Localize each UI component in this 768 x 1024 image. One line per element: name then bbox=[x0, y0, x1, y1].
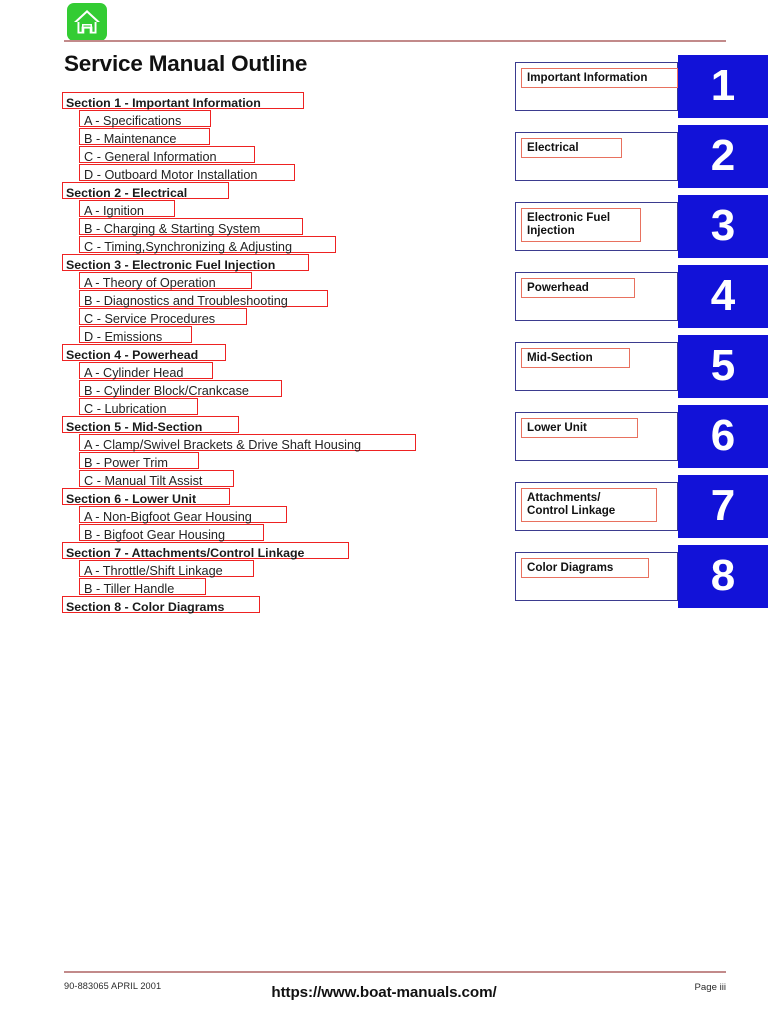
section-tab-number-box[interactable]: 6 bbox=[678, 405, 768, 468]
section-tab-number: 4 bbox=[710, 270, 736, 320]
outline-row-label: C - General Information bbox=[84, 150, 217, 164]
outline-row-label: C - Timing,Synchronizing & Adjusting bbox=[84, 240, 293, 254]
page-title: Service Manual Outline bbox=[64, 51, 308, 76]
outline-section-row: Section 1 - Important Information bbox=[0, 92, 470, 112]
section-tab-number-box[interactable]: 7 bbox=[678, 475, 768, 538]
outline-row-label: C - Lubrication bbox=[84, 402, 167, 416]
section-tab-label-box[interactable]: Lower Unit bbox=[515, 412, 678, 461]
section-tab[interactable]: Electronic Fuel Injection 3 bbox=[515, 195, 768, 258]
header-divider bbox=[64, 40, 726, 42]
section-tab-number: 2 bbox=[710, 130, 736, 180]
outline-row-label: A - Throttle/Shift Linkage bbox=[84, 564, 223, 578]
section-tab[interactable]: Lower Unit 6 bbox=[515, 405, 768, 468]
outline-row-label: D - Emissions bbox=[84, 330, 163, 344]
section-tab-label: Mid-Section bbox=[527, 351, 593, 364]
section-tab-link-box[interactable]: Electrical bbox=[521, 138, 622, 159]
home-icon-glyph bbox=[74, 10, 100, 34]
outline-row-label: B - Charging & Starting System bbox=[84, 222, 261, 236]
outline-row-label: Section 2 - Electrical bbox=[66, 186, 188, 200]
outline-row-label: B - Tiller Handle bbox=[84, 582, 175, 596]
section-tab-link-box[interactable]: Mid-Section bbox=[521, 348, 630, 369]
section-tab-label-box[interactable]: Mid-Section bbox=[515, 342, 678, 391]
outline-item-row: C - Service Procedures bbox=[0, 308, 470, 328]
outline-row-label: Section 8 - Color Diagrams bbox=[66, 600, 225, 614]
section-tab[interactable]: Important Information 1 bbox=[515, 55, 768, 118]
section-tab-number: 5 bbox=[710, 340, 736, 390]
section-tab[interactable]: Powerhead 4 bbox=[515, 265, 768, 328]
section-tab-label-box[interactable]: Electrical bbox=[515, 132, 678, 181]
section-tab-label: Electronic Fuel Injection bbox=[527, 211, 611, 238]
outline-row-label: B - Cylinder Block/Crankcase bbox=[84, 384, 249, 398]
outline-row-label: B - Bigfoot Gear Housing bbox=[84, 528, 226, 542]
home-icon[interactable] bbox=[67, 3, 107, 41]
section-tab[interactable]: Electrical 2 bbox=[515, 125, 768, 188]
outline-item-row: A - Clamp/Swivel Brackets & Drive Shaft … bbox=[0, 434, 470, 454]
section-tab-label-box[interactable]: Powerhead bbox=[515, 272, 678, 321]
outline-row-label: Section 6 - Lower Unit bbox=[66, 492, 197, 506]
outline-row-label: D - Outboard Motor Installation bbox=[84, 168, 258, 182]
section-tab-number: 7 bbox=[710, 480, 736, 530]
section-tab-number: 1 bbox=[710, 60, 736, 110]
outline-item-row: B - Power Trim bbox=[0, 452, 470, 472]
section-tab-link-box[interactable]: Attachments/ Control Linkage bbox=[521, 488, 657, 522]
outline-row-label: B - Diagnostics and Troubleshooting bbox=[84, 294, 288, 308]
section-tab-label: Lower Unit bbox=[527, 421, 587, 434]
footer-url: https://www.boat-manuals.com/ bbox=[271, 984, 497, 1001]
section-tab-number: 6 bbox=[710, 410, 736, 460]
outline-row-label: C - Manual Tilt Assist bbox=[84, 474, 203, 488]
outline-section-row: Section 4 - Powerhead bbox=[0, 344, 470, 364]
outline-row-label: Section 5 - Mid-Section bbox=[66, 420, 203, 434]
section-tab-label-box[interactable]: Electronic Fuel Injection bbox=[515, 202, 678, 251]
outline-row-label: A - Clamp/Swivel Brackets & Drive Shaft … bbox=[84, 438, 362, 452]
outline-row-label: Section 4 - Powerhead bbox=[66, 348, 199, 362]
outline-section-row: Section 8 - Color Diagrams bbox=[0, 596, 470, 616]
section-tab-label: Color Diagrams bbox=[527, 561, 614, 574]
section-tab[interactable]: Attachments/ Control Linkage 7 bbox=[515, 475, 768, 538]
outline-row-label: Section 3 - Electronic Fuel Injection bbox=[66, 258, 276, 272]
outline-row-label: A - Cylinder Head bbox=[84, 366, 184, 380]
outline-item-row: A - Throttle/Shift Linkage bbox=[0, 560, 470, 580]
section-tab[interactable]: Color Diagrams 8 bbox=[515, 545, 768, 608]
section-tab-number-box[interactable]: 2 bbox=[678, 125, 768, 188]
section-tab-link-box[interactable]: Electronic Fuel Injection bbox=[521, 208, 641, 242]
outline-row-label: A - Theory of Operation bbox=[84, 276, 216, 290]
outline-row-label: A - Non-Bigfoot Gear Housing bbox=[84, 510, 252, 524]
section-tab-number-box[interactable]: 3 bbox=[678, 195, 768, 258]
outline-row-label: C - Service Procedures bbox=[84, 312, 216, 326]
outline-row-label: A - Ignition bbox=[84, 204, 144, 218]
section-tab-number-box[interactable]: 1 bbox=[678, 55, 768, 118]
section-tab[interactable]: Mid-Section 5 bbox=[515, 335, 768, 398]
section-tab-label: Important Information bbox=[527, 71, 648, 84]
section-tab-number: 8 bbox=[710, 550, 736, 600]
outline-row-label: A - Specifications bbox=[84, 114, 182, 128]
outline-row-label: Section 7 - Attachments/Control Linkage bbox=[66, 546, 305, 560]
outline-item-row: B - Cylinder Block/Crankcase bbox=[0, 380, 470, 400]
section-tab-number-box[interactable]: 4 bbox=[678, 265, 768, 328]
section-tab-link-box[interactable]: Important Information bbox=[521, 68, 678, 89]
section-tab-number: 3 bbox=[710, 200, 736, 250]
section-tab-link-box[interactable]: Lower Unit bbox=[521, 418, 638, 439]
section-tab-label: Powerhead bbox=[527, 281, 589, 294]
section-tab-label-box[interactable]: Attachments/ Control Linkage bbox=[515, 482, 678, 531]
section-tab-label: Electrical bbox=[527, 141, 579, 154]
outline-row-label: B - Power Trim bbox=[84, 456, 168, 470]
outline-list: Section 1 - Important Information A - Spe… bbox=[0, 92, 470, 616]
footer-divider bbox=[64, 971, 726, 973]
outline-item-row: A - Specifications bbox=[0, 110, 470, 130]
page-canvas: Service Manual Outline Section 1 - Impor… bbox=[0, 0, 768, 1024]
outline-row-label: B - Maintenance bbox=[84, 132, 177, 146]
section-tab-label-box[interactable]: Important Information bbox=[515, 62, 678, 111]
outline-section-row: Section 2 - Electrical bbox=[0, 182, 470, 202]
footer-page-number: Page iii bbox=[694, 982, 726, 993]
section-tab-link-box[interactable]: Color Diagrams bbox=[521, 558, 649, 579]
outline-row-label: Section 1 - Important Information bbox=[66, 96, 261, 110]
section-tab-link-box[interactable]: Powerhead bbox=[521, 278, 635, 299]
section-tab-number-box[interactable]: 8 bbox=[678, 545, 768, 608]
section-tab-label-box[interactable]: Color Diagrams bbox=[515, 552, 678, 601]
section-tab-number-box[interactable]: 5 bbox=[678, 335, 768, 398]
section-tab-label: Attachments/ Control Linkage bbox=[527, 491, 616, 518]
